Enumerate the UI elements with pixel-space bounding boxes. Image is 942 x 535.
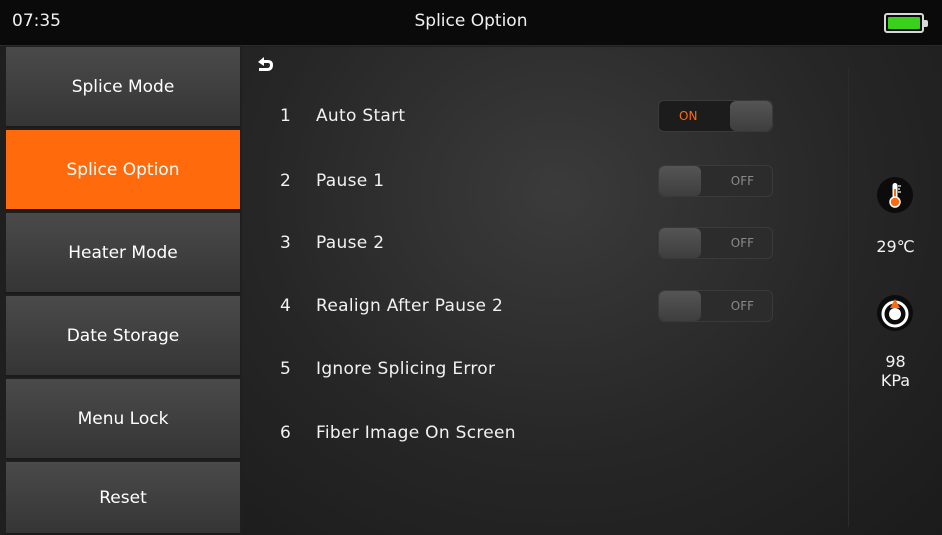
back-arrow-icon[interactable] [254,55,276,77]
sidebar-item-label: Menu Lock [77,408,169,429]
toggle-state: OFF [730,299,754,313]
pause-1-toggle[interactable]: OFF [658,165,773,197]
toggle-state: ON [679,109,698,123]
pressure-gauge-icon [877,295,913,331]
option-number: 2 [280,171,291,191]
status-bar: 07:35 Splice Option [0,0,942,46]
sidebar: Splice Mode Splice Option Heater Mode Da… [6,47,240,535]
sidebar-item-date-storage[interactable]: Date Storage [6,296,240,377]
sidebar-item-menu-lock[interactable]: Menu Lock [6,379,240,460]
toggle-state: OFF [730,174,754,188]
sidebar-item-label: Date Storage [66,325,180,346]
option-row-ignore-splicing-error[interactable]: 5 Ignore Splicing Error [242,349,842,389]
option-number: 4 [280,296,291,316]
battery-icon [884,13,928,33]
sidebar-item-label: Reset [99,487,147,508]
temperature-value: 29℃ [876,237,915,256]
pressure-value: 98 KPa [849,352,942,390]
option-number: 1 [280,106,291,126]
toggle-knob [730,101,772,131]
sidebar-item-splice-mode[interactable]: Splice Mode [6,47,240,128]
sidebar-item-reset[interactable]: Reset [6,462,240,535]
thermometer-icon [877,177,913,213]
option-row-realign-after-pause-2[interactable]: 4 Realign After Pause 2 OFF [242,286,842,326]
option-label: Ignore Splicing Error [316,359,496,379]
option-number: 3 [280,233,291,253]
sensor-status: 29℃ 98 KPa [849,47,942,535]
toggle-knob [659,166,701,196]
pressure-unit: KPa [880,371,911,390]
options-panel: 1 Auto Start ON 2 Pause 1 OFF 3 Pause 2 … [242,47,942,535]
sidebar-item-heater-mode[interactable]: Heater Mode [6,213,240,294]
auto-start-toggle[interactable]: ON [658,100,773,132]
option-label: Auto Start [316,106,406,126]
toggle-knob [659,228,701,258]
toggle-knob [659,291,701,321]
option-label: Realign After Pause 2 [316,296,504,316]
sidebar-item-splice-option[interactable]: Splice Option [6,130,240,211]
sidebar-item-label: Splice Mode [71,76,175,97]
option-row-pause-1[interactable]: 2 Pause 1 OFF [242,161,842,201]
pause-2-toggle[interactable]: OFF [658,227,773,259]
option-label: Fiber Image On Screen [316,423,516,443]
page-title: Splice Option [414,11,528,31]
realign-after-pause-2-toggle[interactable]: OFF [658,290,773,322]
option-label: Pause 1 [316,171,385,191]
toggle-state: OFF [730,236,754,250]
pressure-number: 98 [885,352,906,371]
option-row-fiber-image-on-screen[interactable]: 6 Fiber Image On Screen [242,413,842,453]
sidebar-item-label: Splice Option [66,159,180,180]
option-row-pause-2[interactable]: 3 Pause 2 OFF [242,223,842,263]
option-number: 6 [280,423,291,443]
option-label: Pause 2 [316,233,385,253]
option-number: 5 [280,359,291,379]
option-row-auto-start[interactable]: 1 Auto Start ON [242,96,842,136]
sidebar-item-label: Heater Mode [68,242,178,263]
